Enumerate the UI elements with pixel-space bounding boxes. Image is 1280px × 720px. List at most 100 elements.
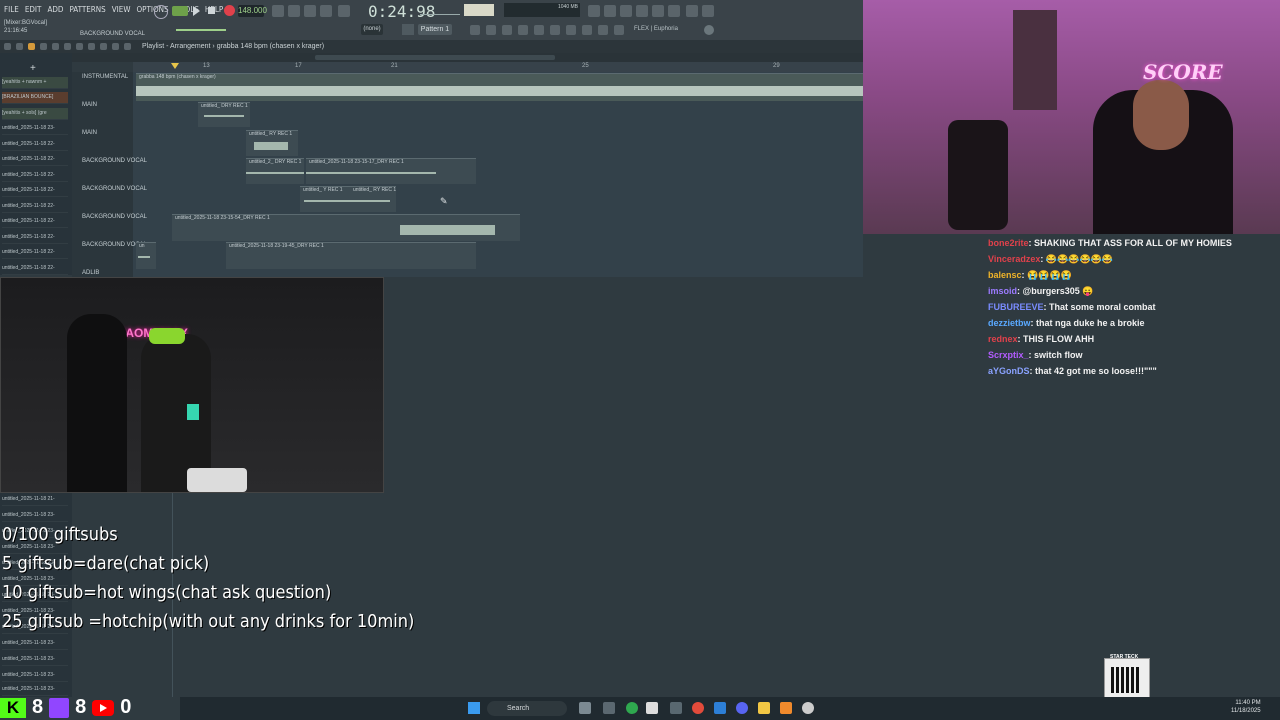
browser-item[interactable]: untitled_2025-11-18 23-: [2, 670, 68, 682]
piano-roll-icon[interactable]: [486, 25, 496, 35]
snap-selector[interactable]: (none): [361, 24, 383, 35]
browser-item[interactable]: untitled_2025-11-18 22-: [2, 232, 68, 244]
browser-item[interactable]: untitled_2025-11-18 23-: [2, 654, 68, 666]
browser-add-icon[interactable]: +: [30, 63, 36, 74]
audio-clip[interactable]: untitled_2_ DRY REC 1: [246, 158, 304, 184]
track-name[interactable]: MAIN: [82, 102, 97, 108]
browser-item[interactable]: untitled_2025-11-18 22-: [2, 170, 68, 182]
browser-item[interactable]: [yeahitis + nawnm +: [2, 77, 68, 89]
browser-icon[interactable]: [534, 25, 544, 35]
audio-clip[interactable]: untitled_2025-11-18 23-19-45_DRY REC 1: [226, 242, 476, 269]
fl-studio-icon[interactable]: [780, 702, 792, 714]
plugin-picker-icon[interactable]: [550, 25, 560, 35]
app-icon[interactable]: [670, 702, 682, 714]
play-icon[interactable]: [193, 6, 200, 16]
help-icon[interactable]: [636, 5, 648, 17]
playback-tool-icon[interactable]: [124, 43, 131, 50]
studio-icon[interactable]: [614, 25, 624, 35]
folder-icon[interactable]: [758, 702, 770, 714]
song-mode-toggle[interactable]: [172, 6, 188, 16]
track-name[interactable]: BACKGROUND VOCAL: [82, 214, 147, 220]
browser-item[interactable]: untitled_2025-11-18 23-: [2, 638, 68, 650]
cut-icon[interactable]: [604, 5, 616, 17]
record-icon[interactable]: [224, 5, 235, 16]
browser-item[interactable]: untitled_2025-11-18 22-: [2, 154, 68, 166]
playlist-scroll-strip[interactable]: [0, 53, 863, 62]
browser-item[interactable]: untitled_2025-11-18 23-: [2, 123, 68, 135]
online-icon[interactable]: [588, 5, 600, 17]
script-icon[interactable]: [598, 25, 608, 35]
mixer-view-icon[interactable]: [518, 25, 528, 35]
audio-clip[interactable]: untitled_ RY REC 1: [246, 130, 298, 156]
menu-patterns[interactable]: PATTERNS: [69, 5, 105, 14]
zoom-tool-icon[interactable]: [112, 43, 119, 50]
audio-clip[interactable]: untitled_2025-11-18 23-15-17_DRY REC 1: [306, 158, 476, 184]
windows-start-icon[interactable]: [468, 702, 480, 714]
info-icon[interactable]: [686, 5, 698, 17]
browser-item[interactable]: untitled_2025-11-18 21-: [2, 494, 68, 506]
browser-item[interactable]: [BRAZILIAN BOUNCE]: [2, 92, 68, 104]
store-icon[interactable]: [646, 702, 658, 714]
stop-icon[interactable]: [208, 7, 215, 14]
browser-item[interactable]: untitled_2025-11-18 22-: [2, 185, 68, 197]
menu-add[interactable]: ADD: [47, 5, 63, 14]
channel-rack-icon[interactable]: [668, 5, 680, 17]
draw-tool-icon[interactable]: [28, 43, 35, 50]
channel-icon[interactable]: [502, 25, 512, 35]
menu-file[interactable]: FILE: [4, 5, 19, 14]
add-pattern-icon[interactable]: [402, 24, 414, 35]
download-icon[interactable]: [702, 5, 714, 17]
track-name[interactable]: BACKGROUND VOCAL: [82, 158, 147, 164]
audio-clip[interactable]: un: [136, 242, 156, 269]
menu-edit[interactable]: EDIT: [25, 5, 42, 14]
track-name[interactable]: BACKGROUND VOCAL: [82, 186, 147, 192]
pattern-icon[interactable]: [272, 5, 284, 17]
countdown-icon[interactable]: [304, 5, 316, 17]
taskbar-search[interactable]: Search: [487, 701, 567, 716]
blend-icon[interactable]: [320, 5, 332, 17]
tempo-display[interactable]: 148.000: [238, 5, 267, 17]
track-name[interactable]: ADLIB: [82, 270, 99, 276]
audio-clip[interactable]: untitled_ DRY REC 1: [198, 102, 250, 127]
audio-clip[interactable]: untitled_2025-11-18 23-15-54_DRY REC 1: [172, 214, 520, 241]
tools-icon[interactable]: [566, 25, 576, 35]
slice-tool-icon[interactable]: [88, 43, 95, 50]
slip-tool-icon[interactable]: [76, 43, 83, 50]
playlist-icon[interactable]: [470, 25, 480, 35]
pattern-selector[interactable]: Pattern 1: [418, 24, 452, 35]
browser-item[interactable]: [yeahitis + sols] (gre: [2, 108, 68, 120]
playlist-menu-icon[interactable]: [4, 43, 11, 50]
browser-item[interactable]: untitled_2025-11-18 22-: [2, 216, 68, 228]
audio-clip[interactable]: untitled_ Y REC 1: [300, 186, 350, 212]
browser-item[interactable]: untitled_2025-11-18 22-: [2, 139, 68, 151]
record-app-icon[interactable]: [692, 702, 704, 714]
mixer-icon[interactable]: [652, 5, 664, 17]
mute-tool-icon[interactable]: [64, 43, 71, 50]
audio-clip[interactable]: grabba 148 bpm (chasen x krager): [136, 73, 863, 101]
settings-app-icon[interactable]: [714, 702, 726, 714]
discord-icon[interactable]: [736, 702, 748, 714]
menu-view[interactable]: VIEW: [112, 5, 131, 14]
paint-tool-icon[interactable]: [40, 43, 47, 50]
obs-icon[interactable]: [802, 702, 814, 714]
track-name[interactable]: INSTRUMENTAL: [82, 74, 128, 80]
mic-icon[interactable]: [620, 5, 632, 17]
browser-item[interactable]: untitled_2025-11-18 22-: [2, 201, 68, 213]
audio-clip[interactable]: untitled_ RY REC 1: [350, 186, 396, 212]
typing-keyboard-icon[interactable]: [338, 5, 350, 17]
playhead-marker[interactable]: [171, 63, 179, 69]
chrome-icon[interactable]: [626, 702, 638, 714]
task-view-icon[interactable]: [579, 702, 591, 714]
browser-item[interactable]: untitled_2025-11-18 22-: [2, 247, 68, 259]
horizontal-scrollbar[interactable]: [315, 55, 555, 60]
taskbar-clock[interactable]: 11:40 PM 11/18/2025: [1231, 699, 1261, 715]
master-pitch-slider[interactable]: [176, 29, 226, 31]
track-name[interactable]: MAIN: [82, 130, 97, 136]
metronome-icon[interactable]: [154, 5, 168, 19]
delete-tool-icon[interactable]: [52, 43, 59, 50]
magnet-icon[interactable]: [16, 43, 23, 50]
loop-icon[interactable]: [288, 5, 300, 17]
select-tool-icon[interactable]: [100, 43, 107, 50]
widgets-icon[interactable]: [603, 702, 615, 714]
touch-keyboard-icon[interactable]: [582, 25, 592, 35]
